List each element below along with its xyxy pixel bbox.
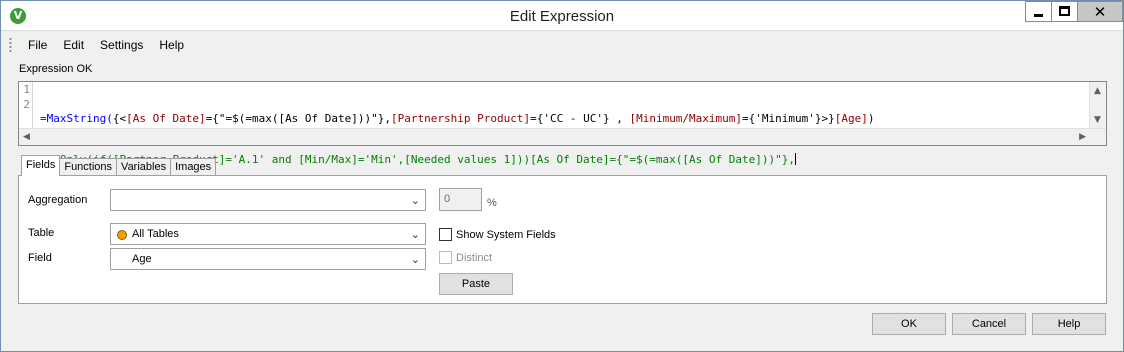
close-button[interactable]: ✕ xyxy=(1077,1,1123,22)
window-controls: ✕ xyxy=(1025,1,1123,22)
title-bar[interactable]: V Edit Expression ✕ xyxy=(1,1,1123,31)
aggregation-label: Aggregation xyxy=(28,194,88,206)
code-text: ={"=$(=max([As Of Date]))"}, xyxy=(205,112,392,125)
code-text: ={'Minimum'}>} xyxy=(742,112,835,125)
menu-settings[interactable]: Settings xyxy=(92,35,151,55)
tab-fields[interactable]: Fields xyxy=(21,155,61,176)
code-text: ) xyxy=(867,112,875,125)
code-field: [As Of Date] xyxy=(126,112,206,125)
chevron-down-icon: ⌄ xyxy=(410,194,420,207)
field-label: Field xyxy=(28,252,52,264)
maximize-button[interactable] xyxy=(1051,1,1077,22)
scroll-right-icon[interactable]: ▶ xyxy=(1079,132,1086,142)
menu-bar: File Edit Settings Help xyxy=(9,35,192,55)
show-system-fields-label: Show System Fields xyxy=(456,229,556,241)
code-text: {< xyxy=(112,112,127,125)
editor-horizontal-scrollbar[interactable]: ◀ ▶ xyxy=(19,128,1106,145)
aggregation-select[interactable]: ⌄ xyxy=(110,189,426,211)
table-label: Table xyxy=(28,227,55,239)
editor-vertical-scrollbar[interactable]: ▲ ▼ xyxy=(1089,82,1106,129)
minimize-icon xyxy=(1034,14,1043,17)
chevron-down-icon: ⌄ xyxy=(410,228,420,241)
maximize-icon xyxy=(1059,6,1070,16)
edit-expression-window: V Edit Expression ✕ File Edit Settings H… xyxy=(0,0,1124,352)
tab-strip: Fields Functions Variables Images xyxy=(21,155,217,176)
scroll-up-icon[interactable]: ▲ xyxy=(1094,86,1101,96)
menu-edit[interactable]: Edit xyxy=(55,35,92,55)
expression-status: Expression OK xyxy=(19,63,93,75)
ok-button[interactable]: OK xyxy=(872,313,946,335)
line-number: 2 xyxy=(23,98,30,111)
tab-variables[interactable]: Variables xyxy=(116,158,172,176)
line-number: 1 xyxy=(23,83,30,96)
chevron-down-icon: ⌄ xyxy=(410,253,420,266)
close-icon: ✕ xyxy=(1093,3,1107,21)
show-system-fields-checkbox[interactable] xyxy=(439,228,452,241)
menu-help[interactable]: Help xyxy=(151,35,192,55)
expression-editor[interactable]: 1 2 =MaxString({<[As Of Date]={"=$(=max(… xyxy=(18,81,1107,166)
line-number-gutter: 1 2 xyxy=(19,82,33,129)
code-line-1: =MaxString({<[As Of Date]={"=$(=max([As … xyxy=(40,111,875,126)
field-value: Age xyxy=(132,253,152,265)
field-select[interactable]: Age ⌄ xyxy=(110,248,426,270)
scroll-left-icon[interactable]: ◀ xyxy=(23,132,30,142)
help-button[interactable]: Help xyxy=(1032,313,1106,335)
minimize-button[interactable] xyxy=(1025,1,1051,22)
code-field: [Partnership Product] xyxy=(391,112,531,125)
cancel-button[interactable]: Cancel xyxy=(952,313,1026,335)
code-field: [Age] xyxy=(834,112,868,125)
text-caret xyxy=(794,153,796,165)
percent-input: 0 xyxy=(439,188,482,211)
distinct-label: Distinct xyxy=(456,252,493,264)
table-value: All Tables xyxy=(132,228,179,240)
scroll-down-icon[interactable]: ▼ xyxy=(1094,115,1101,125)
code-text: ={'CC - UC'} , xyxy=(530,112,630,125)
percent-sign: % xyxy=(487,197,497,209)
distinct-checkbox xyxy=(439,251,452,264)
tab-functions[interactable]: Functions xyxy=(59,158,118,176)
menu-file[interactable]: File xyxy=(20,35,55,55)
table-select[interactable]: All Tables ⌄ xyxy=(110,223,426,245)
code-function: =MaxString( xyxy=(40,112,113,125)
paste-button[interactable]: Paste xyxy=(439,273,513,295)
code-field: [Minimum/Maximum] xyxy=(629,112,743,125)
table-icon xyxy=(117,230,127,240)
window-title: Edit Expression xyxy=(509,8,615,25)
menu-grip-icon[interactable] xyxy=(9,37,12,53)
tab-images[interactable]: Images xyxy=(170,158,217,176)
